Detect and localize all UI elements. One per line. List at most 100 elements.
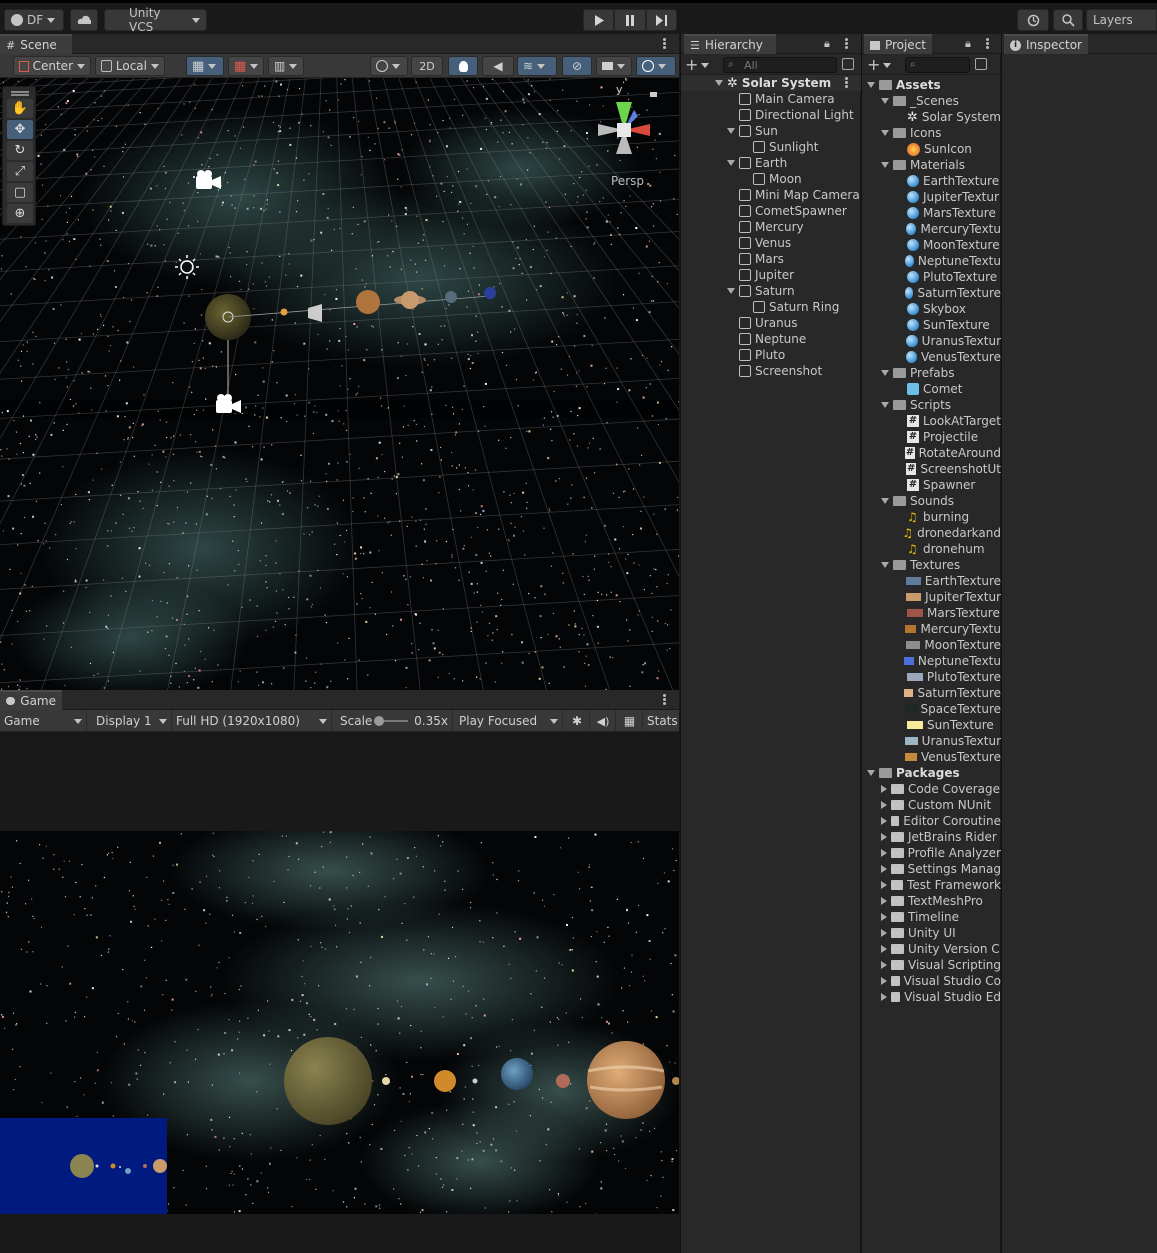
game-menu-icon[interactable]: [663, 693, 667, 707]
hierarchy-item[interactable]: Saturn Ring: [681, 299, 861, 315]
fold-closed-icon[interactable]: [881, 865, 887, 873]
fold-open-icon[interactable]: [881, 370, 889, 376]
hierarchy-menu-icon[interactable]: [845, 37, 849, 51]
create-asset-button[interactable]: +: [867, 57, 895, 73]
project-item[interactable]: Custom NUnit: [862, 797, 1001, 813]
step-button[interactable]: [646, 9, 677, 31]
project-item[interactable]: # ScreenshotUt: [862, 461, 1001, 477]
project-item[interactable]: MercuryTextu: [862, 221, 1001, 237]
project-item[interactable]: Assets: [862, 77, 1001, 93]
hierarchy-item[interactable]: Directional Light: [681, 107, 861, 123]
history-button[interactable]: [1017, 9, 1049, 31]
scale-slider-thumb[interactable]: [374, 716, 385, 726]
project-item[interactable]: MoonTexture: [862, 237, 1001, 253]
project-item[interactable]: NeptuneTextu: [862, 653, 1001, 669]
fold-open-icon[interactable]: [867, 770, 875, 776]
project-item[interactable]: Scripts: [862, 397, 1001, 413]
fold-open-icon[interactable]: [881, 498, 889, 504]
fold-closed-icon[interactable]: [881, 801, 887, 809]
project-item[interactable]: # RotateAround: [862, 445, 1001, 461]
project-item[interactable]: PlutoTexture: [862, 669, 1001, 685]
hierarchy-item[interactable]: Jupiter: [681, 267, 861, 283]
play-button[interactable]: [583, 9, 614, 31]
project-item[interactable]: Prefabs: [862, 365, 1001, 381]
fold-closed-icon[interactable]: [881, 961, 887, 969]
project-item[interactable]: UranusTextur: [862, 333, 1001, 349]
space-dropdown[interactable]: Local: [95, 56, 165, 76]
fold-closed-icon[interactable]: [881, 881, 887, 889]
view-dropdown[interactable]: Game: [0, 710, 87, 732]
project-item[interactable]: Visual Studio Ed: [862, 989, 1001, 1005]
fold-closed-icon[interactable]: [881, 817, 887, 825]
layers-dropdown[interactable]: Layers: [1086, 9, 1157, 31]
project-item[interactable]: Sounds: [862, 493, 1001, 509]
hierarchy-item[interactable]: Main Camera: [681, 91, 861, 107]
hierarchy-item[interactable]: Mercury: [681, 219, 861, 235]
hierarchy-item[interactable]: Mars: [681, 251, 861, 267]
hierarchy-item[interactable]: Uranus: [681, 315, 861, 331]
project-item[interactable]: SaturnTexture: [862, 285, 1001, 301]
project-item[interactable]: Test Framework: [862, 877, 1001, 893]
project-item[interactable]: # LookAtTarget: [862, 413, 1001, 429]
scale-tool-button[interactable]: ⤢: [7, 162, 33, 181]
pause-button[interactable]: [614, 9, 646, 31]
fold-open-icon[interactable]: [881, 130, 889, 136]
fold-open-icon[interactable]: [727, 288, 735, 294]
project-item[interactable]: Visual Scripting: [862, 957, 1001, 973]
hierarchy-item[interactable]: Moon: [681, 171, 861, 187]
grid-snap-button[interactable]: ▦: [186, 56, 224, 76]
stats-button[interactable]: Stats: [643, 710, 679, 732]
create-button[interactable]: +: [685, 57, 713, 73]
project-item[interactable]: Textures: [862, 557, 1001, 573]
gizmos-toggle[interactable]: ▦: [617, 710, 643, 732]
tab-game[interactable]: Game: [0, 690, 62, 710]
project-item[interactable]: ♫ dronedarkand: [862, 525, 1001, 541]
project-item[interactable]: SpaceTexture: [862, 701, 1001, 717]
project-item[interactable]: TextMeshPro: [862, 893, 1001, 909]
fold-closed-icon[interactable]: [881, 897, 887, 905]
game-viewport[interactable]: [0, 831, 679, 1214]
vcs-dropdown[interactable]: Unity VCS: [104, 6, 207, 34]
project-item[interactable]: Packages: [862, 765, 1001, 781]
project-item[interactable]: Skybox: [862, 301, 1001, 317]
resolution-dropdown[interactable]: Full HD (1920x1080): [172, 710, 332, 732]
search-by-type-icon[interactable]: [975, 58, 987, 70]
fold-closed-icon[interactable]: [881, 785, 887, 793]
tab-hierarchy[interactable]: ☰ Hierarchy: [684, 34, 776, 54]
project-item[interactable]: NeptuneTextu: [862, 253, 1001, 269]
scale-slider-track[interactable]: [374, 716, 409, 726]
move-tool-button[interactable]: ✥: [7, 120, 33, 139]
increment-snap-button[interactable]: ▥: [268, 56, 304, 76]
project-item[interactable]: Timeline: [862, 909, 1001, 925]
search-filter-icon[interactable]: [842, 58, 854, 70]
project-item[interactable]: VenusTexture: [862, 749, 1001, 765]
tab-project[interactable]: Project: [864, 34, 932, 54]
tab-inspector[interactable]: i Inspector: [1004, 34, 1088, 54]
project-item[interactable]: JupiterTextur: [862, 589, 1001, 605]
pivot-dropdown[interactable]: Center: [13, 56, 91, 76]
hierarchy-scene-row[interactable]: ✲ Solar System: [681, 75, 861, 91]
project-item[interactable]: EarthTexture: [862, 173, 1001, 189]
display-dropdown[interactable]: Display 1: [92, 710, 172, 732]
project-item[interactable]: Unity UI: [862, 925, 1001, 941]
fold-open-icon[interactable]: [881, 562, 889, 568]
project-menu-icon[interactable]: [986, 37, 990, 51]
project-item[interactable]: MoonTexture: [862, 637, 1001, 653]
project-item[interactable]: EarthTexture: [862, 573, 1001, 589]
project-item[interactable]: ✲ Solar System: [862, 109, 1001, 125]
lighting-toggle[interactable]: [448, 56, 478, 76]
fold-open-icon[interactable]: [727, 160, 735, 166]
fold-open-icon[interactable]: [881, 162, 889, 168]
hierarchy-item[interactable]: Pluto: [681, 347, 861, 363]
project-item[interactable]: Settings Manag: [862, 861, 1001, 877]
hierarchy-item[interactable]: Sunlight: [681, 139, 861, 155]
frame-debugger-button[interactable]: ✱: [565, 710, 590, 732]
project-item[interactable]: MarsTexture: [862, 605, 1001, 621]
hierarchy-search-input[interactable]: [723, 57, 837, 73]
draw-mode-dropdown[interactable]: [370, 56, 408, 76]
visibility-toggle[interactable]: ⊘: [562, 56, 592, 76]
hierarchy-item[interactable]: Neptune: [681, 331, 861, 347]
play-mode-dropdown[interactable]: Play Focused: [455, 710, 563, 732]
fold-closed-icon[interactable]: [881, 993, 887, 1001]
fold-closed-icon[interactable]: [881, 849, 887, 857]
